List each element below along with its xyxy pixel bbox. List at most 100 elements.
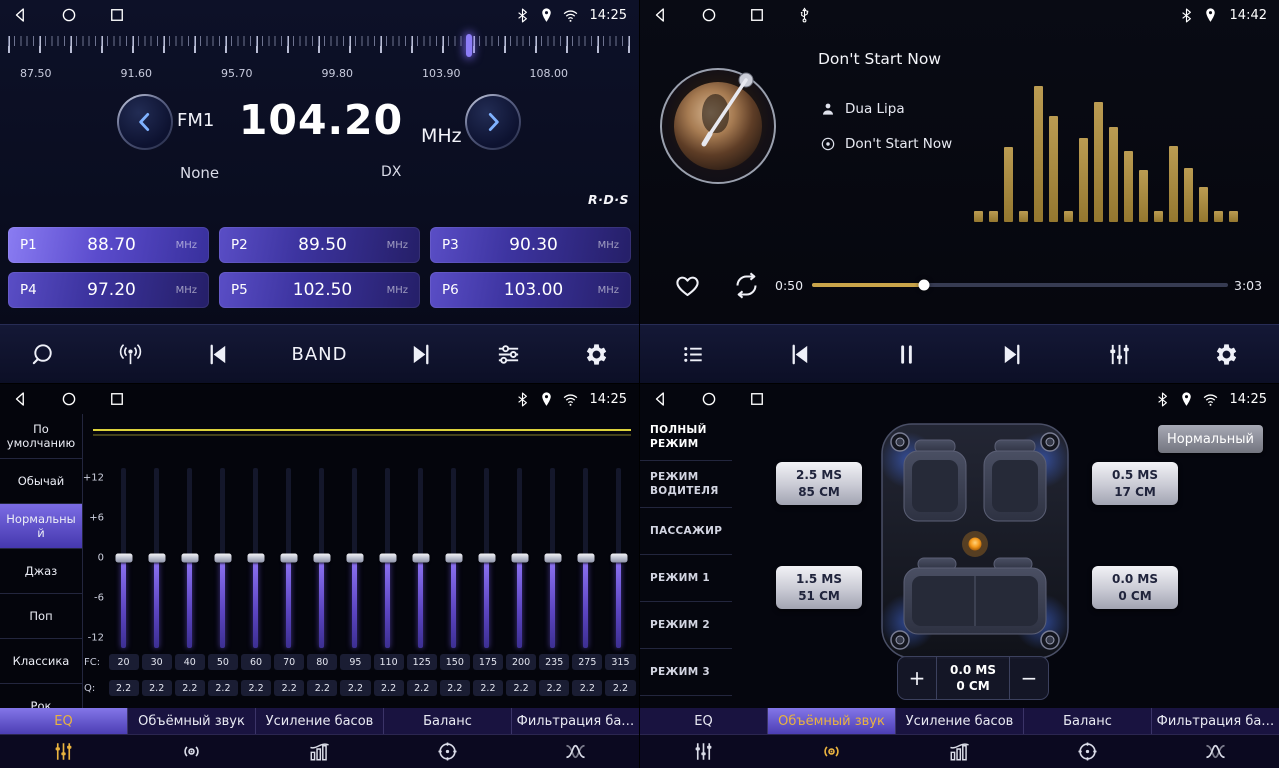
eq-slider-track[interactable] bbox=[616, 468, 621, 648]
field-mode-item[interactable]: РЕЖИМ 3 bbox=[640, 649, 732, 696]
field-mode-item[interactable]: РЕЖИМ ВОДИТЕЛЯ bbox=[640, 461, 732, 508]
next-track-icon[interactable] bbox=[999, 341, 1026, 368]
delay-rear-right-button[interactable]: 0.0 MS 0 CM bbox=[1092, 566, 1178, 609]
eq-band-slider[interactable] bbox=[107, 468, 140, 648]
tab-surround-sound[interactable]: Объёмный звук bbox=[768, 708, 896, 734]
delay-front-right-button[interactable]: 0.5 MS 17 CM bbox=[1092, 462, 1178, 505]
eq-preset-item[interactable]: Обычай bbox=[0, 459, 82, 504]
recents-button[interactable] bbox=[108, 390, 126, 408]
preset-button-p3[interactable]: P390.30MHz bbox=[430, 227, 631, 263]
playlist-icon[interactable] bbox=[680, 341, 707, 368]
delay-rear-left-button[interactable]: 1.5 MS 51 CM bbox=[776, 566, 862, 609]
eq-band-slider[interactable] bbox=[437, 468, 470, 648]
back-button[interactable] bbox=[652, 6, 670, 24]
preset-button-p2[interactable]: P289.50MHz bbox=[219, 227, 420, 263]
eq-sliders-icon[interactable] bbox=[640, 735, 768, 768]
settings-gear-icon[interactable] bbox=[1212, 341, 1239, 368]
eq-slider-track[interactable] bbox=[550, 468, 555, 648]
eq-preset-item[interactable]: Нормальный bbox=[0, 504, 82, 549]
eq-band-slider[interactable] bbox=[404, 468, 437, 648]
eq-slider-thumb[interactable] bbox=[511, 554, 528, 563]
progress-bar[interactable] bbox=[812, 283, 1228, 287]
eq-slider-track[interactable] bbox=[484, 468, 489, 648]
eq-slider-thumb[interactable] bbox=[214, 554, 231, 563]
settings-gear-icon[interactable] bbox=[582, 341, 609, 368]
eq-slider-thumb[interactable] bbox=[313, 554, 330, 563]
field-mode-item[interactable]: ПАССАЖИР bbox=[640, 508, 732, 555]
recents-button[interactable] bbox=[748, 6, 766, 24]
recents-button[interactable] bbox=[108, 6, 126, 24]
repeat-icon[interactable] bbox=[733, 272, 760, 299]
tab-bass-boost[interactable]: Усиление басов bbox=[896, 708, 1024, 734]
eq-band-slider[interactable] bbox=[272, 468, 305, 648]
eq-preset-item[interactable]: Поп bbox=[0, 594, 82, 639]
eq-slider-track[interactable] bbox=[286, 468, 291, 648]
balance-icon[interactable] bbox=[1023, 735, 1151, 768]
eq-slider-thumb[interactable] bbox=[247, 554, 264, 563]
equalizer-icon[interactable] bbox=[495, 341, 522, 368]
field-mode-item[interactable]: РЕЖИМ 1 bbox=[640, 555, 732, 602]
tab-eq[interactable]: EQ bbox=[640, 708, 768, 734]
eq-band-slider[interactable] bbox=[173, 468, 206, 648]
bass-boost-icon[interactable] bbox=[896, 735, 1024, 768]
eq-band-slider[interactable] bbox=[206, 468, 239, 648]
back-button[interactable] bbox=[652, 390, 670, 408]
eq-slider-track[interactable] bbox=[451, 468, 456, 648]
eq-preset-item[interactable]: Джаз bbox=[0, 549, 82, 594]
tab-surround-sound[interactable]: Объёмный звук bbox=[128, 708, 256, 734]
surround-icon[interactable] bbox=[768, 735, 896, 768]
field-mode-item[interactable]: ПОЛНЫЙ РЕЖИМ bbox=[640, 414, 732, 461]
home-button[interactable] bbox=[60, 390, 78, 408]
recents-button[interactable] bbox=[748, 390, 766, 408]
eq-slider-track[interactable] bbox=[154, 468, 159, 648]
home-button[interactable] bbox=[700, 6, 718, 24]
eq-slider-track[interactable] bbox=[253, 468, 258, 648]
filter-icon[interactable] bbox=[1151, 735, 1279, 768]
eq-slider-thumb[interactable] bbox=[148, 554, 165, 563]
decrease-delay-button[interactable]: − bbox=[1010, 657, 1048, 699]
tab-bass-boost[interactable]: Усиление басов bbox=[256, 708, 384, 734]
surround-icon[interactable] bbox=[128, 735, 256, 768]
eq-slider-track[interactable] bbox=[517, 468, 522, 648]
eq-slider-thumb[interactable] bbox=[280, 554, 297, 563]
next-station-icon[interactable] bbox=[408, 341, 435, 368]
tune-down-button[interactable] bbox=[117, 94, 173, 150]
preset-button-p4[interactable]: P497.20MHz bbox=[8, 272, 209, 308]
eq-band-slider[interactable] bbox=[239, 468, 272, 648]
preset-button-p6[interactable]: P6103.00MHz bbox=[430, 272, 631, 308]
eq-slider-thumb[interactable] bbox=[115, 554, 132, 563]
eq-slider-thumb[interactable] bbox=[610, 554, 627, 563]
frequency-scale[interactable]: 87.5091.6095.7099.80103.90108.00 bbox=[8, 34, 631, 82]
eq-slider-track[interactable] bbox=[352, 468, 357, 648]
back-button[interactable] bbox=[12, 390, 30, 408]
eq-slider-track[interactable] bbox=[385, 468, 390, 648]
profile-button[interactable]: Нормальный bbox=[1158, 425, 1263, 453]
eq-slider-thumb[interactable] bbox=[478, 554, 495, 563]
tab-filter[interactable]: Фильтрация ба… bbox=[1152, 708, 1279, 734]
eq-slider-thumb[interactable] bbox=[346, 554, 363, 563]
eq-preset-item[interactable]: По умолчанию bbox=[0, 414, 82, 459]
eq-band-slider[interactable] bbox=[371, 468, 404, 648]
increase-delay-button[interactable]: + bbox=[898, 657, 936, 699]
home-button[interactable] bbox=[700, 390, 718, 408]
eq-band-slider[interactable] bbox=[569, 468, 602, 648]
progress-thumb[interactable] bbox=[919, 280, 930, 291]
eq-slider-thumb[interactable] bbox=[577, 554, 594, 563]
eq-slider-track[interactable] bbox=[319, 468, 324, 648]
previous-track-icon[interactable] bbox=[786, 341, 813, 368]
field-mode-item[interactable]: РЕЖИМ 2 bbox=[640, 602, 732, 649]
balance-icon[interactable] bbox=[383, 735, 511, 768]
eq-band-slider[interactable] bbox=[305, 468, 338, 648]
filter-icon[interactable] bbox=[511, 735, 639, 768]
eq-band-slider[interactable] bbox=[602, 468, 635, 648]
eq-slider-track[interactable] bbox=[583, 468, 588, 648]
scan-icon[interactable] bbox=[30, 341, 57, 368]
eq-band-slider[interactable] bbox=[503, 468, 536, 648]
eq-band-slider[interactable] bbox=[470, 468, 503, 648]
preset-button-p1[interactable]: P188.70MHz bbox=[8, 227, 209, 263]
tab-filter[interactable]: Фильтрация ба… bbox=[512, 708, 639, 734]
eq-slider-thumb[interactable] bbox=[544, 554, 561, 563]
eq-slider-track[interactable] bbox=[418, 468, 423, 648]
eq-slider-thumb[interactable] bbox=[379, 554, 396, 563]
band-button[interactable]: BAND bbox=[291, 344, 347, 365]
